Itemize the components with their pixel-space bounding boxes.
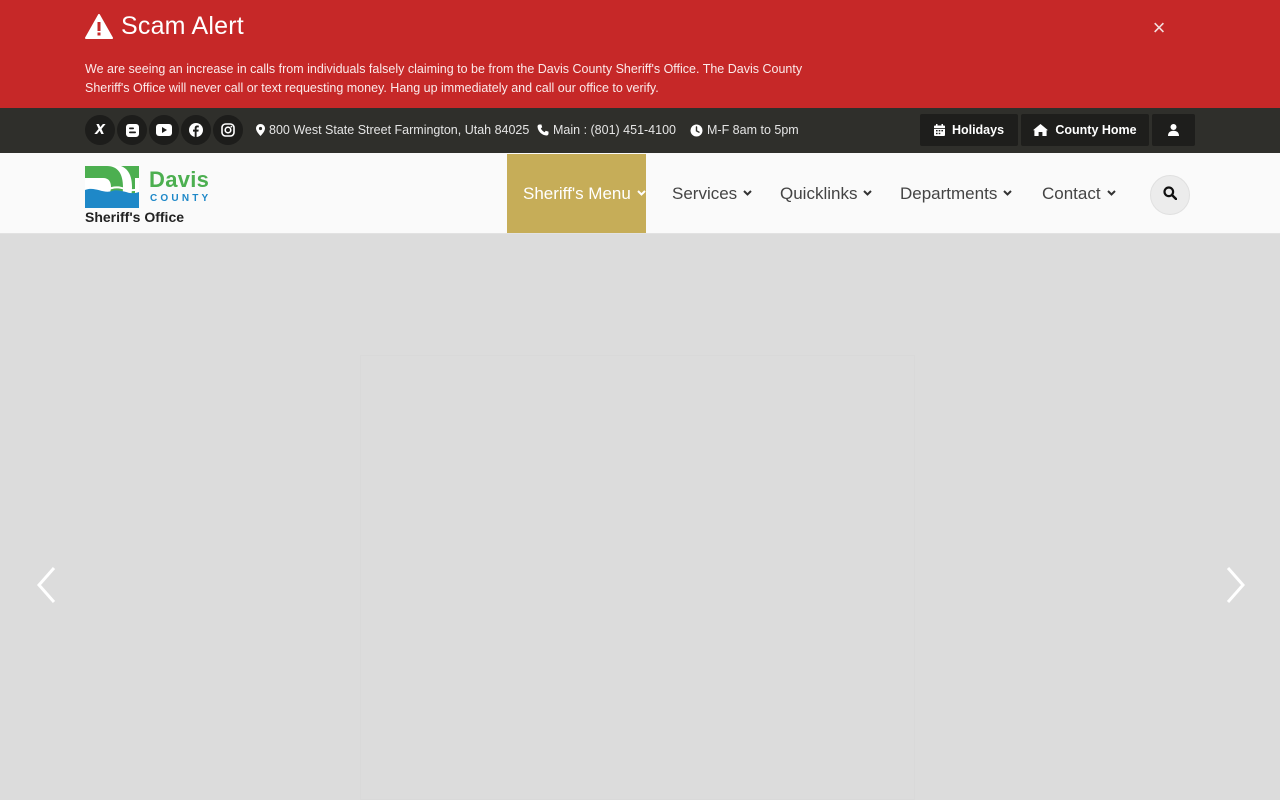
user-login-button[interactable] bbox=[1152, 114, 1195, 146]
close-icon[interactable]: × bbox=[1150, 17, 1168, 39]
hours-text: M-F 8am to 5pm bbox=[707, 123, 799, 137]
user-icon bbox=[1168, 124, 1179, 136]
alert-title: Scam Alert bbox=[85, 12, 244, 41]
chevron-down-icon bbox=[637, 188, 646, 199]
county-home-label: County Home bbox=[1055, 123, 1137, 137]
holidays-label: Holidays bbox=[951, 123, 1005, 137]
nav-departments[interactable]: Departments bbox=[900, 154, 1013, 233]
search-icon bbox=[1163, 185, 1178, 205]
chevron-down-icon bbox=[1106, 188, 1116, 199]
x-icon[interactable]: X bbox=[85, 115, 115, 145]
nav-quicklinks[interactable]: Quicklinks bbox=[780, 154, 873, 233]
phone-text: Main : (801) 451-4100 bbox=[553, 123, 676, 137]
social-links: X bbox=[85, 115, 243, 145]
search-button[interactable] bbox=[1150, 175, 1190, 215]
davis-county-logo[interactable]: Davis COUNTY Sheriff's Office bbox=[85, 165, 235, 227]
top-info-bar: X 800 West State Street Farmington, Utah… bbox=[0, 108, 1280, 153]
address-text: 800 West State Street Farmington, Utah 8… bbox=[269, 123, 530, 137]
scam-alert-banner: Scam Alert × We are seeing an increase i… bbox=[0, 0, 1280, 108]
alert-title-text: Scam Alert bbox=[121, 12, 244, 40]
chevron-down-icon bbox=[863, 188, 873, 199]
map-marker-icon bbox=[256, 124, 265, 136]
logo-county: COUNTY bbox=[150, 193, 212, 204]
phone-info[interactable]: Main : (801) 451-4100 bbox=[537, 123, 676, 137]
holidays-button[interactable]: Holidays bbox=[920, 114, 1018, 146]
hero-slider bbox=[0, 235, 1280, 800]
youtube-icon[interactable] bbox=[149, 115, 179, 145]
warning-triangle-icon bbox=[85, 13, 113, 40]
chevron-right-icon[interactable] bbox=[1224, 565, 1248, 605]
chevron-down-icon bbox=[1003, 188, 1013, 199]
instagram-icon[interactable] bbox=[213, 115, 243, 145]
calendar-icon bbox=[933, 124, 945, 136]
nav-contact[interactable]: Contact bbox=[1042, 154, 1116, 233]
logo-subtitle: Sheriff's Office bbox=[85, 209, 185, 225]
logo-word: Davis bbox=[149, 167, 210, 192]
alert-message: We are seeing an increase in calls from … bbox=[85, 62, 803, 95]
nav-sheriffs-menu[interactable]: Sheriff's Menu bbox=[507, 154, 646, 233]
main-navigation: Davis COUNTY Sheriff's Office Sheriff's … bbox=[0, 153, 1280, 234]
slide-image-placeholder bbox=[360, 355, 915, 800]
blogger-icon[interactable] bbox=[117, 115, 147, 145]
nav-item-label: Sheriff's Menu bbox=[523, 183, 631, 203]
county-home-button[interactable]: County Home bbox=[1021, 114, 1149, 146]
clock-icon bbox=[690, 124, 703, 137]
home-icon bbox=[1033, 124, 1049, 136]
nav-item-label: Services bbox=[672, 183, 738, 203]
nav-services[interactable]: Services bbox=[672, 154, 752, 233]
davis-county-emblem-icon bbox=[85, 166, 139, 208]
nav-item-label: Contact bbox=[1042, 183, 1101, 203]
address-info: 800 West State Street Farmington, Utah 8… bbox=[256, 123, 529, 137]
phone-icon bbox=[537, 124, 549, 136]
chevron-down-icon bbox=[743, 188, 752, 199]
facebook-icon[interactable] bbox=[181, 115, 211, 145]
hours-info: M-F 8am to 5pm bbox=[690, 123, 799, 137]
nav-item-label: Departments bbox=[900, 183, 998, 203]
nav-item-label: Quicklinks bbox=[780, 183, 858, 203]
chevron-left-icon[interactable] bbox=[34, 565, 58, 605]
